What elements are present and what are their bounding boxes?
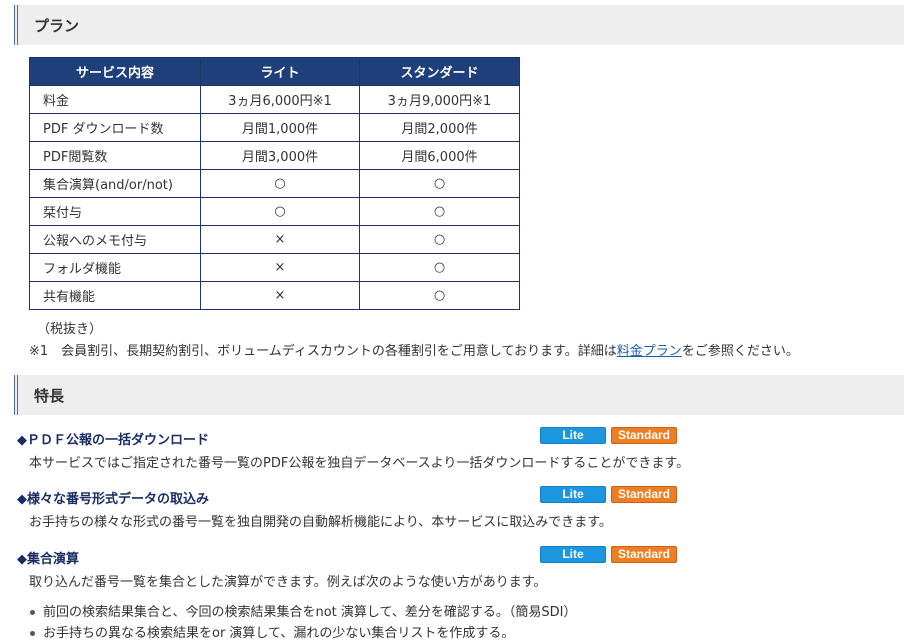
feature-desc-bulk-download: 本サービスではご指定された番号一覧のPDF公報を独自データベースより一括ダウンロ… [29,456,690,471]
header-standard: スタンダード [359,57,520,86]
lite-badge: Lite [540,427,606,444]
table-row: 栞付与 ○ ○ [29,197,520,226]
section-title-features: 特長 [34,387,65,405]
row-label: 集合演算(and/or/not) [29,169,201,198]
discount-note-text: ※1 会員割引、長期契約割引、ボリュームディスカウントの各種割引をご用意しており… [29,344,617,359]
use-case-text: 前回の検索結果集合と、今回の検索結果集合をnot 演算して、差分を確認する。（簡… [43,605,577,620]
standard-cell: ○ [359,197,520,226]
lite-cell: ○ [200,169,360,198]
standard-cell: ○ [359,225,520,254]
row-label: 栞付与 [29,197,201,226]
bullet-icon [30,631,35,636]
row-label: PDF閲覧数 [29,141,201,170]
row-label: フォルダ機能 [29,253,201,282]
discount-note: ※1 会員割引、長期契約割引、ボリュームディスカウントの各種割引をご用意しており… [29,340,799,359]
table-row: PDF閲覧数 月間3,000件 月間6,000件 [29,141,520,170]
lite-cell: 月間1,000件 [200,113,360,142]
standard-cell: 3ヵ月9,000円※1 [359,85,520,114]
standard-cell: 月間6,000件 [359,141,520,170]
row-label: 共有機能 [29,281,201,310]
table-row: 共有機能 × ○ [29,281,520,310]
standard-cell: ○ [359,253,520,282]
standard-badge: Standard [611,486,677,503]
table-row: PDF ダウンロード数 月間1,000件 月間2,000件 [29,113,520,142]
list-item: 前回の検索結果集合と、今回の検索結果集合をnot 演算して、差分を確認する。（簡… [26,602,576,623]
use-case-list: 前回の検索結果集合と、今回の検索結果集合をnot 演算して、差分を確認する。（簡… [26,602,576,644]
section-title-plan: プラン [34,17,80,35]
standard-cell: 月間2,000件 [359,113,520,142]
lite-badge: Lite [540,546,606,563]
lite-cell: 月間3,000件 [200,141,360,170]
lite-cell: × [200,281,360,310]
table-row: 公報へのメモ付与 × ○ [29,225,520,254]
feature-desc-set-operations: 取り込んだ番号一覧を集合とした演算ができます。例えば次のような使い方があります。 [29,575,547,590]
table-row: 料金 3ヵ月6,000円※1 3ヵ月9,000円※1 [29,85,520,114]
standard-cell: ○ [359,169,520,198]
plan-table-header-row: サービス内容 ライト スタンダード [29,57,520,86]
section-header-plan: プラン [14,5,904,45]
header-lite: ライト [200,57,360,86]
feature-title-bulk-download: ◆ＰＤＦ公報の一括ダウンロード [17,433,209,448]
plan-table: サービス内容 ライト スタンダード 料金 3ヵ月6,000円※1 3ヵ月9,00… [29,57,520,310]
row-label: 料金 [29,85,201,114]
section-header-features: 特長 [14,375,904,415]
lite-badge: Lite [540,486,606,503]
lite-cell: × [200,225,360,254]
bullet-icon [30,610,35,615]
discount-note-tail: をご参照ください。 [681,344,799,359]
standard-badge: Standard [611,427,677,444]
standard-badge: Standard [611,546,677,563]
feature-desc-number-import: お手持ちの様々な形式の番号一覧を独自開発の自動解析機能により、本サービスに取込み… [29,515,612,530]
standard-cell: ○ [359,281,520,310]
row-label: PDF ダウンロード数 [29,113,201,142]
feature-title-set-operations: ◆集合演算 [17,552,79,567]
table-row: フォルダ機能 × ○ [29,253,520,282]
lite-cell: ○ [200,197,360,226]
list-item: お手持ちの異なる検索結果をor 演算して、漏れの少ない集合リストを作成する。 [26,623,576,644]
header-service: サービス内容 [29,57,201,86]
tax-note: （税抜き） [37,322,103,337]
pricing-plan-link[interactable]: 料金プラン [617,344,682,359]
lite-cell: × [200,253,360,282]
table-row: 集合演算(and/or/not) ○ ○ [29,169,520,198]
row-label: 公報へのメモ付与 [29,225,201,254]
feature-title-number-import: ◆様々な番号形式データの取込み [17,492,209,507]
lite-cell: 3ヵ月6,000円※1 [200,85,360,114]
